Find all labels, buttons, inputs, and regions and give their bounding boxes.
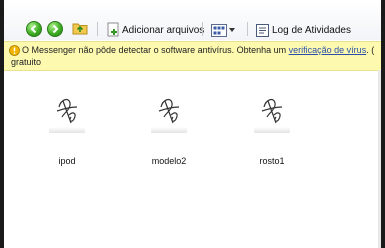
toolbar-separator: [202, 22, 203, 36]
thumbnail-shadow: [151, 127, 187, 133]
file-thumbnail: [254, 93, 290, 133]
file-item[interactable]: rosto1: [237, 93, 307, 173]
file-name: ipod: [58, 156, 76, 166]
back-button[interactable]: [26, 21, 42, 37]
warning-icon: [9, 45, 20, 56]
file-name: modelo2: [151, 156, 187, 166]
thumbnail-shadow: [49, 127, 85, 133]
toolbar: Adicionar arquivos Log de Atividades: [4, 0, 381, 40]
activity-log-label: Log de Atividades: [272, 24, 351, 36]
toolbar-separator: [97, 22, 98, 36]
scrollbar[interactable]: [378, 70, 381, 248]
shared-folder-window: Adicionar arquivos Log de Atividades O M…: [4, 0, 381, 248]
folder-up-button[interactable]: [72, 21, 88, 35]
folder-up-icon: [72, 23, 88, 35]
file-item[interactable]: ipod: [32, 93, 102, 173]
activity-log-button[interactable]: Log de Atividades: [256, 22, 351, 38]
antivirus-warning-bar: O Messenger não pôde detectar o software…: [4, 41, 381, 71]
activity-log-icon: [256, 23, 269, 37]
chevron-down-icon: [229, 28, 235, 32]
file-thumbnail: [49, 93, 85, 133]
forward-button[interactable]: [47, 21, 63, 37]
thumbnail-shadow: [254, 127, 290, 133]
file-thumbnail: [151, 93, 187, 133]
arrow-left-icon: [30, 24, 37, 34]
toolbar-separator: [247, 22, 248, 36]
arrow-right-icon: [52, 24, 59, 34]
add-files-label: Adicionar arquivos: [122, 24, 205, 36]
virus-check-link[interactable]: verificação de vírus: [289, 45, 367, 55]
view-grid-icon: [211, 23, 227, 37]
view-options-button[interactable]: [211, 22, 235, 38]
add-file-icon: [107, 22, 119, 37]
file-item[interactable]: modelo2: [134, 93, 204, 173]
warning-message-line2: gratuito: [11, 57, 42, 67]
file-name: rosto1: [259, 156, 285, 166]
add-files-button[interactable]: Adicionar arquivos: [106, 22, 204, 38]
warning-message: O Messenger não pôde detectar o software…: [22, 45, 375, 55]
